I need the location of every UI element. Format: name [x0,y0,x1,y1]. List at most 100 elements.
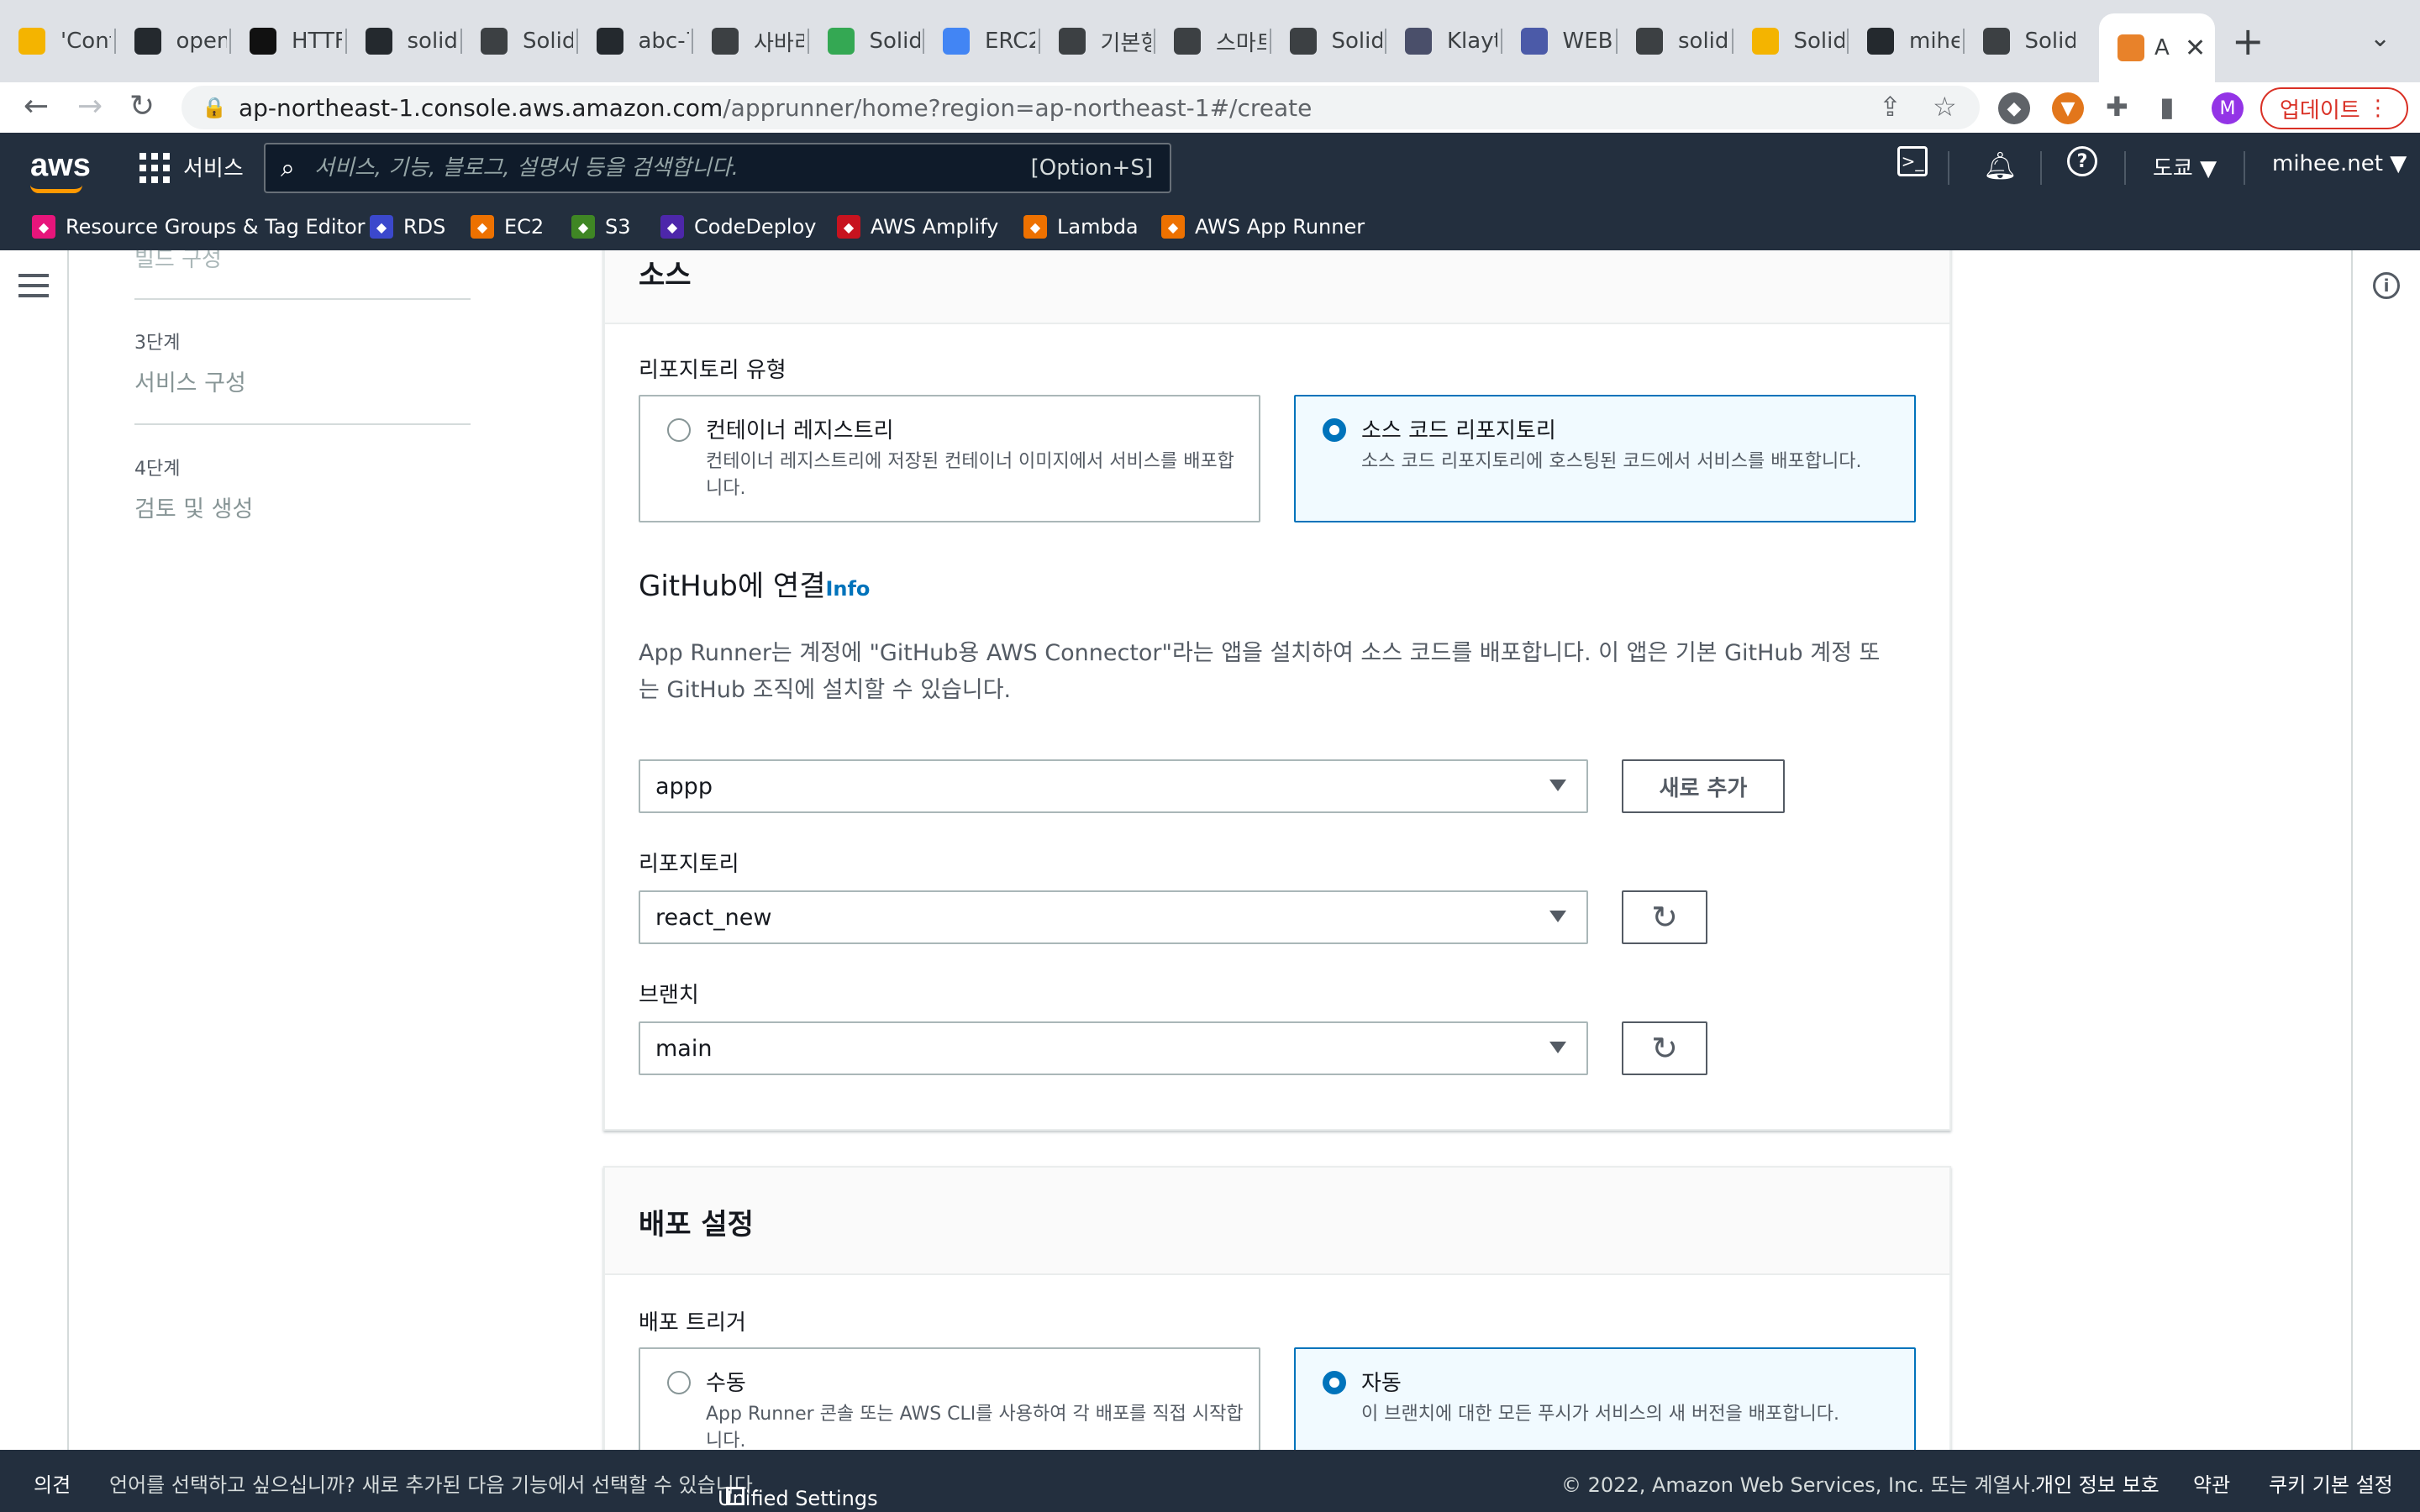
dots-icon [1289,28,1317,55]
browser-tab[interactable]: ERC2 [924,18,1035,64]
source-code-repository-radio[interactable] [1323,418,1346,442]
services-grid-icon[interactable] [139,153,170,183]
favorite-service-link[interactable]: ◆ Resource Groups & Tag Editor [32,215,366,239]
browser-tab[interactable]: mihe [1849,18,1960,64]
browser-tab-label: mihe [1909,29,1960,54]
source-code-repository-option[interactable]: 소스 코드 리포지토리 소스 코드 리포지토리에 호스팅된 코드에서 서비스를 … [1294,395,1916,522]
help-question-icon[interactable]: ? [2067,146,2097,176]
info-icon[interactable]: i [2373,272,2400,299]
url-path: /apprunner/home?region=ap-northeast-1#/c… [723,93,1313,122]
browser-tab-label: 사바리 [754,30,804,56]
account-menu[interactable]: mihee.net ▼ [2272,151,2407,176]
refresh-branches-button[interactable]: ↻ [1622,1021,1707,1075]
add-new-connection-button[interactable]: 새로 추가 [1622,759,1785,813]
favorite-service-link[interactable]: ◆ EC2 [471,215,544,239]
address-bar[interactable]: 🔒 ap-northeast-1.console.aws.amazon.com/… [182,86,1980,129]
menu-hamburger-icon[interactable] [18,274,49,304]
browser-tab[interactable]: Klayt [1386,18,1497,64]
browser-tab[interactable]: WEB [1502,18,1613,64]
klaytn-extension-icon[interactable]: ◆ [1998,92,2030,124]
console-footer: 의견 언어를 선택하고 싶으십니까? 새로 추가된 다음 기능에서 선택할 수 … [0,1450,2420,1512]
aws-logo[interactable]: aws [30,148,91,184]
favorite-service-link[interactable]: ◆ S3 [571,215,631,239]
wizard-step-3-title[interactable]: 서비스 구성 [134,365,246,397]
tab-search-icon[interactable]: ⌄ [2370,24,2391,53]
browser-tab[interactable]: solidi [1618,18,1728,64]
profile-avatar[interactable]: M [2212,92,2244,124]
source-card: 소스 리포지토리 유형 컨테이너 레지스트리 컨테이너 레지스트리에 저장된 컨… [603,250,1951,1131]
dots-icon [1982,28,2010,55]
browser-tab[interactable]: Solid [1733,18,1844,64]
wizard-step-4-title[interactable]: 검토 및 생성 [134,491,253,523]
cloudshell-icon[interactable]: >_ [1897,146,1928,176]
browser-tab[interactable]: Solid [1271,18,1382,64]
tab-separator [1731,29,1733,54]
browser-tab[interactable]: HTTF [231,18,342,64]
browser-tab-label: ERC2 [985,29,1035,54]
favorite-service-link[interactable]: ◆ RDS [370,215,445,239]
forward-arrow-icon[interactable]: → [77,89,103,123]
close-tab-icon[interactable]: ✕ [2185,34,2206,63]
manual-trigger-title: 수동 [706,1371,746,1396]
favorite-service-link[interactable]: ◆ AWS App Runner [1161,215,1365,239]
services-menu-label[interactable]: 서비스 [183,151,244,182]
browser-tab-active[interactable]: A ✕ [2099,13,2215,82]
manual-trigger-radio[interactable] [667,1371,691,1394]
browser-tab[interactable]: Solid [462,18,573,64]
new-tab-icon[interactable]: + [2232,18,2265,64]
region-selector[interactable]: 도쿄 ▼ [2153,151,2217,182]
aws-cube-icon [2118,34,2144,61]
tab-separator [1962,29,1965,54]
github-info-link[interactable]: Info [825,577,870,601]
extensions-puzzle-icon[interactable]: ✚ [2106,91,2128,123]
aws-smile-icon [30,185,82,193]
reload-icon[interactable]: ↻ [129,89,155,123]
browser-tab[interactable]: solidi [347,18,458,64]
metamask-fox-icon[interactable]: ▼ [2052,92,2084,124]
container-registry-option[interactable]: 컨테이너 레지스트리 컨테이너 레지스트리에 저장된 컨테이너 이미지에서 서비… [639,395,1260,522]
side-panel-icon[interactable]: ▮ [2160,91,2175,123]
refresh-repositories-button[interactable]: ↻ [1622,890,1707,944]
favorite-service-link[interactable]: ◆ AWS Amplify [837,215,998,239]
v-logo-icon [827,28,855,55]
browser-tab[interactable]: 스마트 [1155,18,1266,64]
browser-tab[interactable]: open [116,18,227,64]
repository-select[interactable]: react_new [639,890,1588,944]
search-shortcut-hint: [Option+S] [1030,155,1153,181]
browser-tab[interactable]: abc-7 [578,18,689,64]
browser-tab-label: 'Cont [60,29,111,54]
privacy-link[interactable]: 개인 정보 보호 [2035,1468,2160,1498]
favorite-service-link[interactable]: ◆ CodeDeploy [660,215,816,239]
service-icon: ◆ [32,215,55,239]
github-icon [365,28,392,55]
browser-tab[interactable]: Solid [809,18,920,64]
tab-separator [807,29,809,54]
favorite-service-link[interactable]: ◆ Lambda [1023,215,1139,239]
aws-search-input[interactable] [314,155,1020,181]
klaytn-icon [1405,28,1432,55]
favorite-service-label: S3 [605,215,631,239]
automatic-trigger-title: 자동 [1361,1371,1402,1396]
cookie-preferences-link[interactable]: 쿠키 기본 설정 [2269,1468,2393,1498]
notification-bell-icon[interactable]: 🔔︎ [1983,150,2018,181]
branch-select[interactable]: main [639,1021,1588,1075]
browser-tab-label: Solid [1793,29,1844,54]
browser-tab[interactable]: 기본형 [1040,18,1151,64]
terms-link[interactable]: 약관 [2193,1468,2230,1498]
manual-trigger-option[interactable]: 수동 App Runner 콘솔 또는 AWS CLI를 사용하여 각 배포를 … [639,1347,1260,1450]
wizard-step-title-cut[interactable]: 빌드 구성 [134,250,222,273]
feedback-link[interactable]: 의견 [34,1468,71,1498]
automatic-trigger-radio[interactable] [1323,1371,1346,1394]
aws-search-box[interactable]: ⌕ [Option+S] [264,143,1171,193]
back-arrow-icon[interactable]: ← [24,89,49,123]
source-code-repository-desc: 소스 코드 리포지토리에 호스팅된 코드에서 서비스를 배포합니다. [1361,451,1862,472]
share-icon[interactable]: ⇪ [1879,91,1902,123]
update-button[interactable]: 업데이트 ⋮ [2260,87,2408,129]
browser-tab[interactable]: Solid [1965,18,2075,64]
browser-tab[interactable]: 사바리 [693,18,804,64]
bookmark-star-icon[interactable]: ☆ [1933,91,1957,123]
automatic-trigger-option[interactable]: 자동 이 브랜치에 대한 모든 푸시가 서비스의 새 버전을 배포합니다. [1294,1347,1916,1450]
container-registry-radio[interactable] [667,418,691,442]
browser-tab[interactable]: 'Cont [0,18,111,64]
github-connection-select[interactable]: appp [639,759,1588,813]
